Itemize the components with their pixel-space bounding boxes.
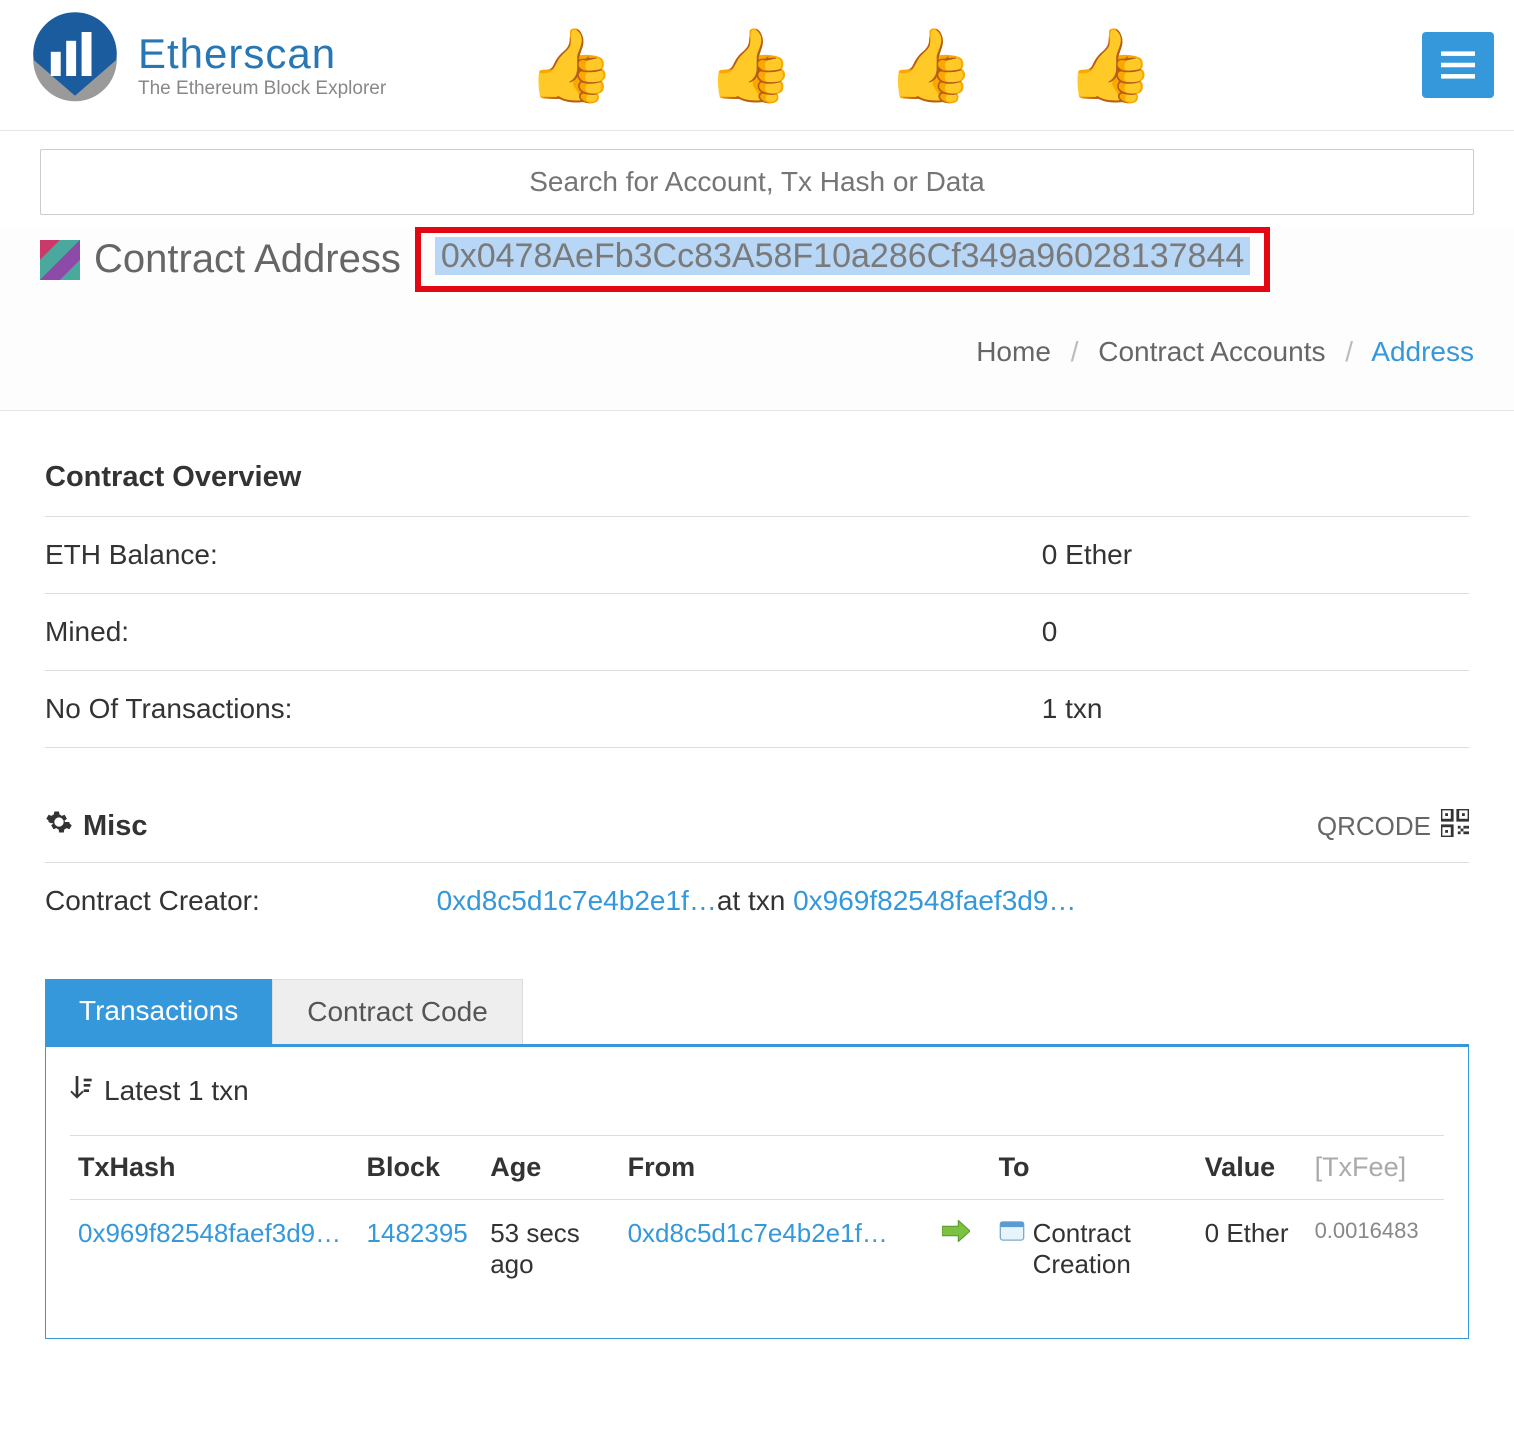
sort-icon [70,1075,92,1107]
contract-address-value: 0x0478AeFb3Cc83A58F10a286Cf349a960281378… [435,237,1250,275]
table-header-row: TxHash Block Age From To Value [TxFee] [70,1136,1444,1200]
overview-label: ETH Balance: [45,539,1042,571]
overview-row-balance: ETH Balance: 0 Ether [45,517,1469,594]
fee-cell: 0.0016483 [1307,1200,1444,1299]
overview-row-txns: No Of Transactions: 1 txn [45,671,1469,748]
direction-cell [922,1200,991,1299]
from-link[interactable]: 0xd8c5d1c7e4b2e1f… [628,1218,888,1248]
transactions-panel: Latest 1 txn TxHash Block Age From To Va… [45,1044,1469,1339]
thumbs-up-icon: 👍 [1065,23,1155,108]
thumbs-row: 👍 👍 👍 👍 [526,23,1155,108]
logo-title: Etherscan [138,30,386,78]
block-link[interactable]: 1482395 [367,1218,468,1248]
tab-transactions[interactable]: Transactions [45,979,272,1044]
main-content: Contract Overview ETH Balance: 0 Ether M… [0,411,1514,1369]
th-from: From [620,1136,922,1200]
age-cell: 53 secs ago [482,1200,619,1299]
creator-address-link[interactable]: 0xd8c5d1c7e4b2e1f… [437,885,717,916]
latest-txn-text: Latest 1 txn [104,1075,249,1107]
logo-text: Etherscan The Ethereum Block Explorer [138,30,386,100]
th-txfee: [TxFee] [1307,1136,1444,1200]
arrow-right-icon [942,1218,970,1248]
gears-icon [45,808,73,844]
at-txn-text: at txn [717,885,793,916]
to-text: Contract Creation [1033,1218,1189,1280]
overview-label: No Of Transactions: [45,693,1042,725]
address-highlight-box: 0x0478AeFb3Cc83A58F10a286Cf349a960281378… [415,227,1270,292]
header: Etherscan The Ethereum Block Explorer 👍 … [0,0,1514,131]
thumbs-up-icon: 👍 [885,23,975,108]
th-txhash: TxHash [70,1136,359,1200]
hamburger-menu-button[interactable] [1422,32,1494,98]
creator-label: Contract Creator: [45,885,437,917]
overview-value: 0 Ether [1042,539,1469,571]
logo[interactable]: Etherscan The Ethereum Block Explorer [20,10,386,120]
breadcrumb-separator: / [1345,336,1353,367]
creator-txn-link[interactable]: 0x969f82548faef3d9… [793,885,1076,916]
logo-subtitle: The Ethereum Block Explorer [138,78,386,100]
etherscan-logo-icon [20,10,130,120]
qrcode-icon [1441,809,1469,844]
misc-title: Misc [45,808,147,844]
overview-value: 0 [1042,616,1469,648]
search-row [0,131,1514,227]
creator-row: Contract Creator: 0xd8c5d1c7e4b2e1f…at t… [45,863,1469,939]
breadcrumb-home-link[interactable]: Home [976,336,1051,367]
overview-label: Mined: [45,616,1042,648]
misc-header: Misc QRCODE [45,808,1469,863]
tab-contract-code[interactable]: Contract Code [272,979,523,1044]
address-header: Contract Address 0x0478AeFb3Cc83A58F10a2… [0,227,1514,306]
overview-title: Contract Overview [45,461,1469,517]
qrcode-button[interactable]: QRCODE [1317,809,1469,844]
th-age: Age [482,1136,619,1200]
hamburger-icon [1441,51,1475,79]
table-row: 0x969f82548faef3d9… 1482395 53 secs ago … [70,1200,1444,1299]
contract-icon [999,1218,1025,1251]
th-arrow [922,1136,991,1200]
transactions-table: TxHash Block Age From To Value [TxFee] 0… [70,1135,1444,1298]
th-to: To [991,1136,1197,1200]
contract-address-label: Contract Address [94,237,401,282]
qrcode-label: QRCODE [1317,811,1431,842]
overview-value: 1 txn [1042,693,1469,725]
overview-row-mined: Mined: 0 [45,594,1469,671]
thumbs-up-icon: 👍 [526,23,616,108]
th-value: Value [1197,1136,1307,1200]
breadcrumb-current: Address [1371,336,1474,367]
txhash-link[interactable]: 0x969f82548faef3d9… [78,1218,341,1248]
th-block: Block [359,1136,483,1200]
search-input[interactable] [40,149,1474,215]
value-cell: 0 Ether [1197,1200,1307,1299]
thumbs-up-icon: 👍 [706,23,796,108]
tabs: Transactions Contract Code [45,979,1469,1044]
breadcrumb-accounts-link[interactable]: Contract Accounts [1098,336,1325,367]
breadcrumb: Home / Contract Accounts / Address [0,306,1514,411]
address-identicon-icon [40,240,80,280]
breadcrumb-separator: / [1071,336,1079,367]
misc-label-text: Misc [83,810,147,843]
latest-txn-label: Latest 1 txn [70,1075,1444,1135]
to-cell: Contract Creation [991,1200,1197,1299]
creator-value: 0xd8c5d1c7e4b2e1f…at txn 0x969f82548faef… [437,885,1077,917]
